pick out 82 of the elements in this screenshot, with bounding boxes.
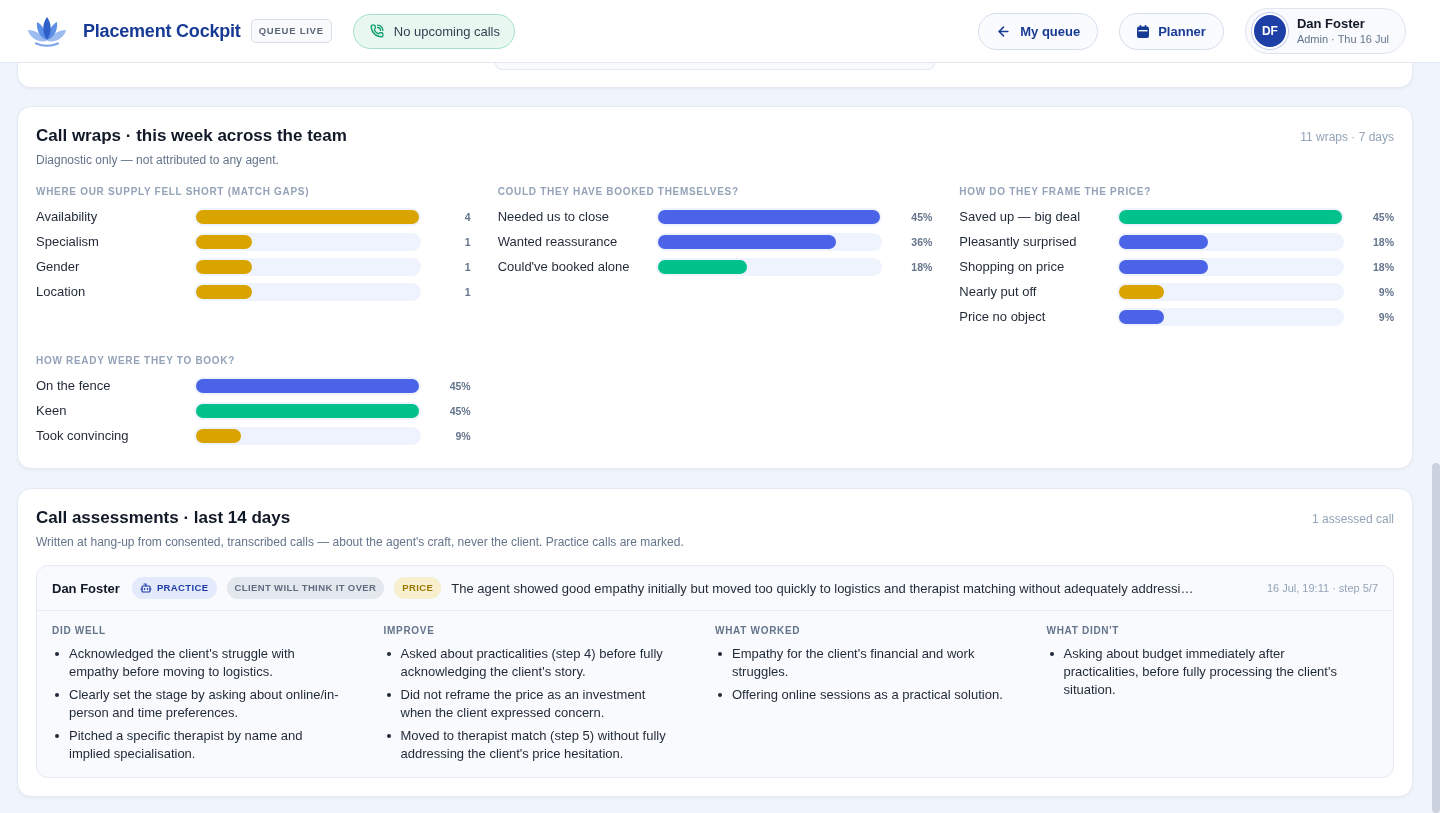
assessed-count: 1 assessed call [1311, 511, 1394, 527]
section-heading: WHERE OUR SUPPLY FELL SHORT (MATCH GAPS) [36, 186, 311, 198]
bar-label: Needed us to close [497, 209, 610, 224]
robot-icon [139, 582, 152, 594]
user-name: Dan Foster [1296, 16, 1366, 32]
feedback-item: Did not reframe the price as an investment when the client expressed concern. [400, 686, 647, 722]
feedback-item: Clearly set the stage by asking about online/in-person and time preferences. [69, 686, 340, 722]
upcoming-calls-text: No upcoming calls [393, 23, 500, 39]
bar-value: 1 [464, 260, 471, 273]
bar-value: 9% [1378, 310, 1394, 323]
bar-label: Could've booked alone [497, 259, 631, 274]
bar-label: Availability [36, 209, 99, 224]
bar-label: Pleasantly surprised [959, 234, 1078, 249]
planner-button[interactable]: Planner [1119, 12, 1224, 50]
bar-value: 1 [464, 235, 471, 248]
card-subtitle: Diagnostic only — not attributed to any agent. [36, 152, 280, 168]
tag-label: PRACTICE [156, 583, 209, 593]
bar-label: Saved up — big deal [959, 209, 1082, 224]
assessment-summary: The agent showed good empathy initially but moved too quickly to logistics and therapist matching without adequately addressi… [451, 580, 1195, 596]
tag-label: CLIENT WILL THINK IT OVER [234, 583, 377, 593]
bullet-icon [386, 693, 391, 697]
feedback-item: Pitched a specific therapist by name and implied specialisation. [69, 727, 304, 763]
wraps-count: 11 wraps · 7 days [1300, 129, 1394, 145]
bar-value: 36% [911, 235, 933, 248]
bar-label: On the fence [36, 378, 112, 393]
bar-value: 9% [455, 429, 471, 442]
bullet-icon [718, 693, 722, 697]
user-role-date: Admin · Thu 16 Jul [1296, 32, 1389, 46]
card-title: Call assessments · last 14 days [36, 507, 292, 529]
card-title: Call wraps · this week across the team [36, 125, 347, 147]
bar-label: Specialism [36, 234, 100, 249]
bullet-icon [55, 693, 59, 697]
bar-label: Wanted reassurance [497, 234, 619, 249]
bar-value: 9% [1378, 285, 1394, 298]
column-heading: DID WELL [52, 625, 107, 637]
bullet-icon [1049, 652, 1054, 656]
bar-label: Price no object [959, 309, 1047, 324]
feedback-item: Asked about practicalities (step 4) before fully acknowledging the client's story. [400, 645, 664, 681]
tag-label: PRICE [402, 583, 434, 593]
bar-value: 18% [911, 260, 933, 273]
app-name: Placement Cockpit [83, 20, 241, 42]
agent-name: Dan Foster [52, 580, 120, 596]
my-queue-button[interactable]: My queue [978, 12, 1099, 50]
column-heading: WHAT WORKED [715, 625, 802, 637]
bar-value: 45% [449, 404, 471, 417]
bullet-icon [386, 734, 391, 738]
bullet-icon [386, 652, 391, 656]
phone-icon [369, 24, 384, 38]
calendar-icon [1137, 24, 1150, 38]
column-heading: WHAT DIDN'T [1046, 625, 1121, 637]
lotus-logo [27, 15, 67, 47]
feedback-item: Acknowledged the client's struggle with empathy before moving to logistics. [69, 645, 296, 681]
section-heading: COULD THEY HAVE BOOKED THEMSELVES? [497, 186, 740, 198]
bar-value: 18% [1372, 260, 1394, 273]
user-menu[interactable]: DF Dan Foster Admin · Thu 16 Jul [1244, 8, 1406, 54]
bar-value: 4 [464, 210, 471, 223]
feedback-item: Empathy for the client's financial and work struggles. [732, 645, 976, 681]
column-heading: IMPROVE [383, 625, 436, 637]
bar-label: Took convincing [36, 428, 130, 443]
feedback-item: Moved to therapist match (step 5) without fully addressing the client's price hesitation. [400, 727, 667, 763]
scrollbar-thumb[interactable] [1432, 463, 1440, 813]
bar-label: Nearly put off [959, 284, 1038, 299]
section-heading: HOW READY WERE THEY TO BOOK? [36, 355, 237, 367]
bar-label: Shopping on price [959, 259, 1066, 274]
queue-live-badge: QUEUE LIVE [250, 19, 332, 43]
bar-label: Keen [36, 403, 68, 418]
bullet-icon [55, 734, 59, 738]
bar-label: Gender [36, 259, 81, 274]
bullet-icon [718, 652, 722, 656]
bar-label: Location [36, 284, 87, 299]
avatar: DF [1251, 13, 1288, 49]
bar-value: 1 [464, 285, 471, 298]
assessment-meta: 16 Jul, 19:11 · step 5/7 [1266, 582, 1378, 594]
card-subtitle: Written at hang-up from consented, transcribed calls — about the agent's craft, never the client. Practice calls are marked. [36, 534, 684, 550]
feedback-item: Asking about budget immediately after practicalities, before fully processing the client's situation. [1063, 645, 1338, 699]
section-heading: HOW DO THEY FRAME THE PRICE? [959, 186, 1152, 198]
bar-value: 45% [1372, 210, 1394, 223]
bar-value: 45% [911, 210, 933, 223]
bar-value: 45% [449, 379, 471, 392]
feedback-item: Offering online sessions as a practical solution. [732, 686, 1003, 704]
bar-value: 18% [1372, 235, 1394, 248]
bullet-icon [55, 652, 59, 656]
